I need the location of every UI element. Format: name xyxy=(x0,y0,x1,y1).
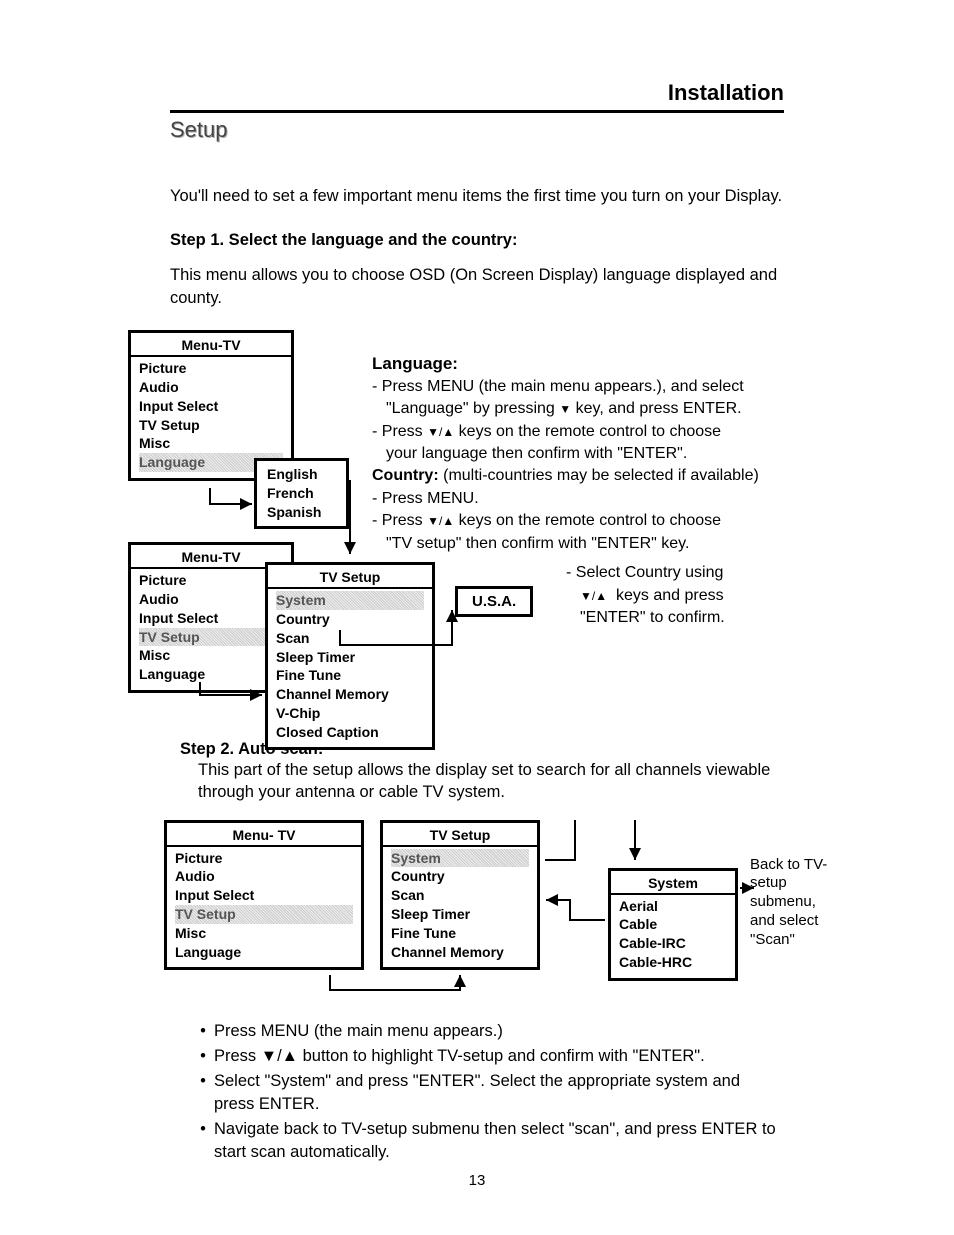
tv-setup-submenu: TV Setup System Country Scan Sleep Timer… xyxy=(265,562,435,750)
menu-item: Audio xyxy=(139,378,283,397)
menu-item: Misc xyxy=(139,646,283,665)
submenu-item: French xyxy=(267,484,336,503)
language-submenu: English French Spanish xyxy=(254,458,349,528)
menu-title: Menu-TV xyxy=(131,333,291,357)
menu-item: Channel Memory xyxy=(391,943,529,962)
menu-item: Picture xyxy=(175,849,353,868)
down-arrow-icon: ▼ xyxy=(559,401,571,418)
page-number: 13 xyxy=(0,1172,954,1189)
menu-item: Misc xyxy=(139,434,283,453)
menu-item-selected: TV Setup xyxy=(139,628,283,647)
page-header: Installation xyxy=(170,80,784,113)
system-submenu: System Aerial Cable Cable-IRC Cable-HRC xyxy=(608,868,738,981)
menu-item: Audio xyxy=(139,590,283,609)
submenu-item: English xyxy=(267,465,336,484)
menu-item: Sleep Timer xyxy=(391,905,529,924)
intro-text: You'll need to set a few important menu … xyxy=(170,185,784,209)
down-up-arrow-icon: ▼/▲ xyxy=(427,513,454,530)
menu-item-selected: System xyxy=(391,849,529,868)
menu-item: V-Chip xyxy=(276,704,424,723)
step2-desc: This part of the setup allows the displa… xyxy=(198,759,784,804)
tv-setup-submenu-2: TV Setup System Country Scan Sleep Timer… xyxy=(380,820,540,971)
menu-item: Scan xyxy=(391,886,529,905)
menu-item: Sleep Timer xyxy=(276,648,424,667)
menu-item: Language xyxy=(139,665,283,684)
menu-title: System xyxy=(611,871,735,895)
menu-item: Aerial xyxy=(619,897,727,916)
menu-item: Input Select xyxy=(139,609,283,628)
menu-item: Picture xyxy=(139,571,283,590)
menu-item: Country xyxy=(391,867,529,886)
menu-item: Picture xyxy=(139,359,283,378)
menu-item-selected: System xyxy=(276,591,424,610)
menu-item: Audio xyxy=(175,867,353,886)
menu-item-selected: TV Setup xyxy=(175,905,353,924)
menu-item: Fine Tune xyxy=(276,666,424,685)
submenu-item: Spanish xyxy=(267,503,336,522)
menu-item: Closed Caption xyxy=(276,723,424,742)
menu-item: TV Setup xyxy=(139,416,283,435)
menu-item: Cable-HRC xyxy=(619,953,727,972)
menu-item: Cable-IRC xyxy=(619,934,727,953)
menu-title: TV Setup xyxy=(383,823,537,847)
select-country-text: - Select Country using ▼/▲ keys and pres… xyxy=(566,562,776,629)
step1-desc: This menu allows you to choose OSD (On S… xyxy=(170,264,784,310)
section-title: Setup xyxy=(170,117,784,143)
menu-item: Channel Memory xyxy=(276,685,424,704)
menu-item: Input Select xyxy=(139,397,283,416)
menu-title: Menu- TV xyxy=(167,823,361,847)
language-instructions: Language: - Press MENU (the main menu ap… xyxy=(372,352,812,555)
country-value-box: U.S.A. xyxy=(455,586,533,617)
menu-item: Country xyxy=(276,610,424,629)
down-up-arrow-icon: ▼/▲ xyxy=(580,588,607,605)
menu-item: Misc xyxy=(175,924,353,943)
menu-item: Input Select xyxy=(175,886,353,905)
menu-item: Scan xyxy=(276,629,424,648)
menu-item: Language xyxy=(175,943,353,962)
step2-bullets: •Press MENU (the main menu appears.) •Pr… xyxy=(192,1020,784,1165)
menu-item: Cable xyxy=(619,915,727,934)
side-note: Back to TV-setup submenu, and select "Sc… xyxy=(750,856,830,950)
down-up-arrow-icon: ▼/▲ xyxy=(427,424,454,441)
menu-title: TV Setup xyxy=(268,565,432,589)
step1-heading: Step 1. Select the language and the coun… xyxy=(170,231,784,250)
menu-tv-3: Menu- TV Picture Audio Input Select TV S… xyxy=(164,820,364,971)
menu-item: Fine Tune xyxy=(391,924,529,943)
